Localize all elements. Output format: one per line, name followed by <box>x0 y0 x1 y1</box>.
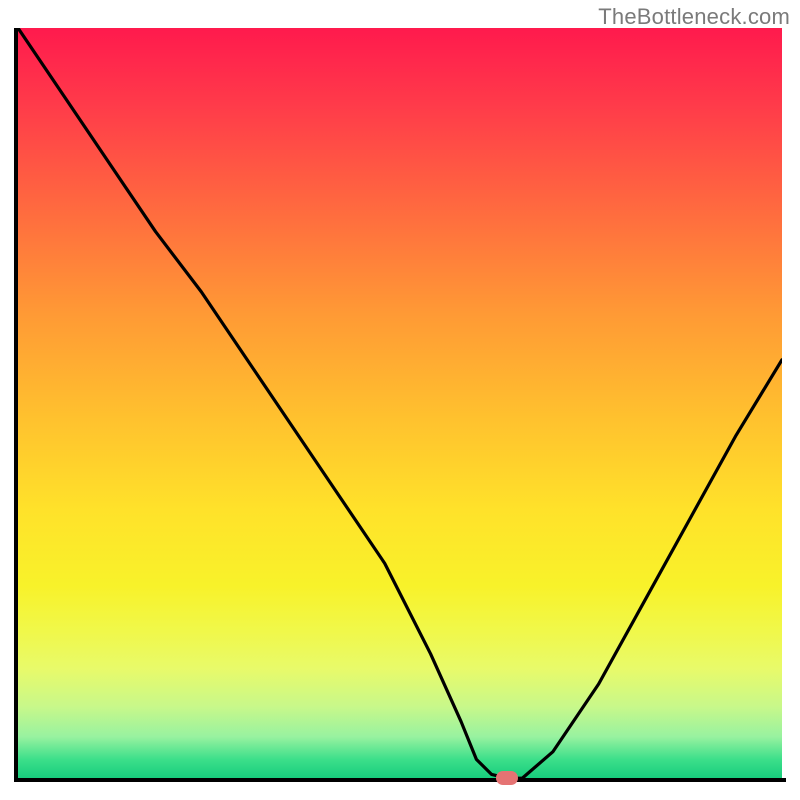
bottleneck-curve-path <box>18 28 782 778</box>
bottleneck-chart: TheBottleneck.com <box>0 0 800 800</box>
optimal-point-marker <box>496 771 518 785</box>
curve-svg <box>18 28 782 782</box>
watermark-text: TheBottleneck.com <box>598 4 790 30</box>
